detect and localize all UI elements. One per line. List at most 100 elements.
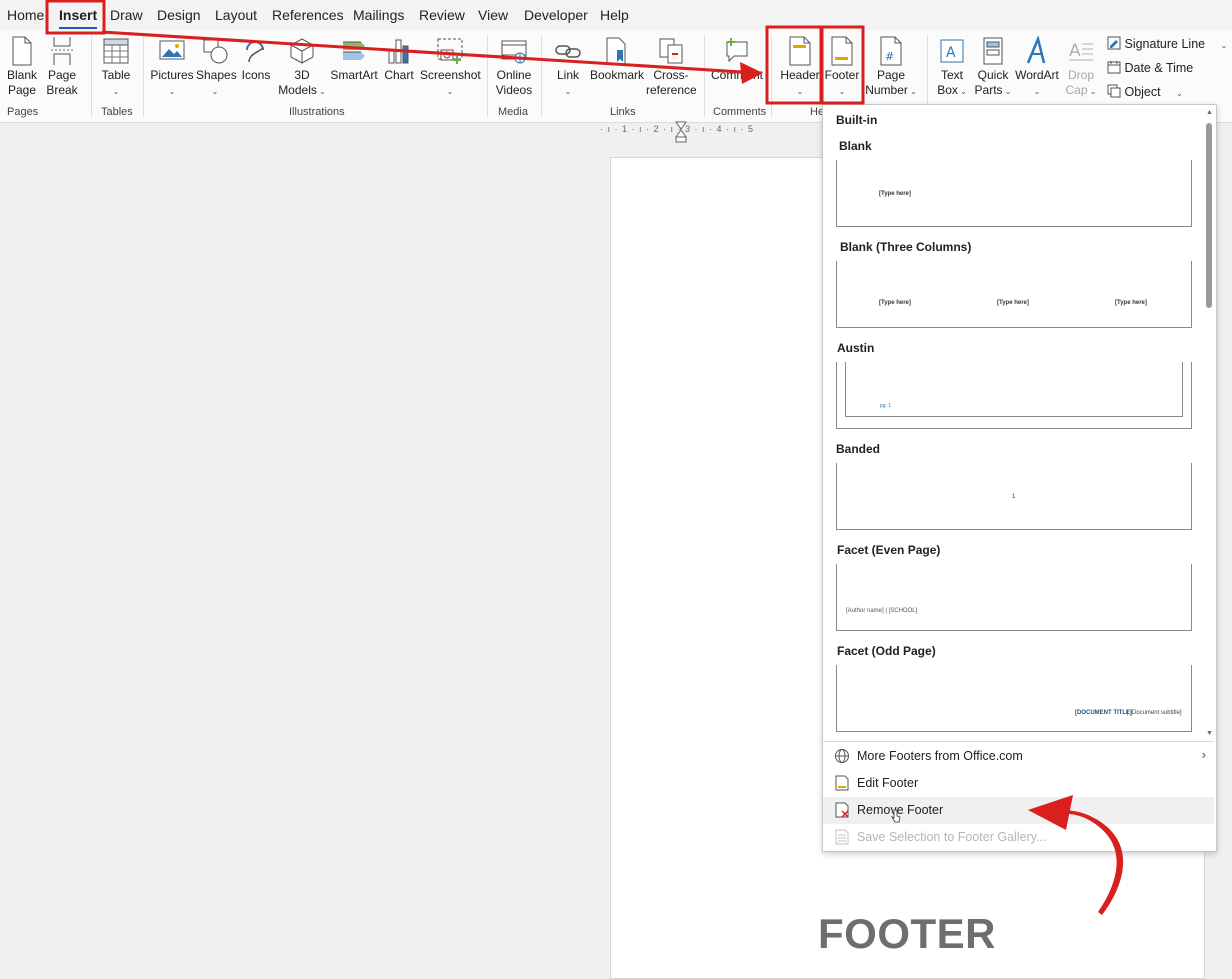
tab-developer[interactable]: Developer: [524, 7, 588, 23]
shapes-label: Shapes: [196, 68, 237, 82]
scrollbar-thumb[interactable]: [1206, 123, 1212, 308]
online-videos-button[interactable]: Online Videos: [492, 36, 536, 98]
placeholder-text: [Type here]: [879, 300, 911, 306]
edit-footer-item[interactable]: Edit Footer: [823, 770, 1214, 797]
gallery-item-blank[interactable]: [Type here]: [836, 160, 1192, 227]
more-footers-item[interactable]: More Footers from Office.com ›: [823, 743, 1214, 770]
link-label: Link: [556, 68, 579, 82]
tab-review[interactable]: Review: [419, 7, 465, 23]
3d-models-label-2: Models: [278, 83, 317, 97]
remove-footer-item[interactable]: Remove Footer: [823, 797, 1214, 824]
gallery-item-title: Banded: [836, 442, 881, 456]
tab-home[interactable]: Home: [7, 7, 44, 23]
pictures-label: Pictures: [150, 68, 194, 82]
wordart-label: WordArt: [1015, 68, 1059, 82]
text-box-icon: A: [940, 39, 964, 63]
chart-icon: [388, 39, 409, 64]
3d-models-chevron-icon: ⌄: [316, 87, 326, 96]
smartart-button[interactable]: SmartArt: [330, 36, 378, 83]
link-button[interactable]: Link ⌄: [550, 36, 586, 99]
ribbon-divider: [91, 36, 92, 116]
menu-divider: [823, 741, 1214, 742]
shapes-chevron-icon: ⌄: [211, 87, 219, 96]
drop-cap-button[interactable]: A Drop Cap ⌄: [1062, 36, 1100, 99]
screenshot-icon: [437, 38, 463, 64]
drop-cap-label-2: Cap: [1065, 83, 1088, 97]
gallery-scrollbar[interactable]: ▲ ▼: [1203, 107, 1215, 739]
austin-frame: [845, 362, 1183, 417]
ribbon-divider: [771, 36, 772, 116]
signature-line-chevron-icon: ⌄: [1220, 41, 1228, 50]
shapes-button[interactable]: Shapes ⌄: [196, 36, 237, 99]
page-number-label-2: Number: [865, 83, 908, 97]
tab-help[interactable]: Help: [600, 7, 629, 23]
signature-line-icon: [1107, 36, 1121, 50]
tab-references[interactable]: References: [272, 7, 344, 23]
gallery-item-facet-odd[interactable]: [DOCUMENT TITLE] | [Document subtitle]: [836, 665, 1192, 732]
scroll-down-icon[interactable]: ▼: [1206, 730, 1213, 737]
3d-models-button[interactable]: 3D Models ⌄: [278, 36, 326, 99]
drop-cap-label-1: Drop: [1067, 68, 1094, 82]
header-button[interactable]: Header ⌄: [778, 36, 822, 99]
blank-page-label-1: Blank: [6, 68, 38, 82]
tab-draw[interactable]: Draw: [110, 7, 143, 23]
edit-footer-icon: [835, 775, 849, 791]
page-number-button[interactable]: # Page Number ⌄: [864, 36, 918, 99]
comment-button[interactable]: Comment: [710, 36, 764, 83]
remove-footer-icon: [835, 802, 849, 818]
tab-layout[interactable]: Layout: [215, 7, 257, 23]
scroll-up-icon[interactable]: ▲: [1206, 109, 1213, 116]
wordart-button[interactable]: WordArt ⌄: [1014, 36, 1060, 99]
screenshot-button[interactable]: Screenshot ⌄: [420, 36, 481, 99]
tab-insert[interactable]: Insert: [59, 7, 98, 29]
save-selection-item[interactable]: Save Selection to Footer Gallery...: [823, 824, 1214, 851]
object-icon: [1107, 84, 1121, 98]
date-time-button[interactable]: Date & Time: [1107, 60, 1193, 75]
placeholder-text: | [Document subtitle]: [1127, 710, 1182, 716]
icons-button[interactable]: Icons: [238, 36, 274, 83]
submenu-arrow-icon: ›: [1201, 747, 1206, 762]
tab-view[interactable]: View: [478, 7, 508, 23]
comment-label: Comment: [710, 68, 763, 82]
drop-cap-chevron-icon: ⌄: [1087, 87, 1097, 96]
placeholder-text: 1: [1012, 494, 1016, 500]
blank-page-button[interactable]: Blank Page: [4, 36, 40, 98]
icons-icon: [246, 41, 264, 63]
object-button[interactable]: Object ⌄: [1107, 84, 1183, 99]
tab-mailings[interactable]: Mailings: [353, 7, 404, 23]
footer-button[interactable]: Footer ⌄: [822, 36, 862, 99]
shapes-icon: [203, 39, 228, 64]
page-number-label-1: Page: [876, 68, 906, 82]
pictures-button[interactable]: Pictures ⌄: [150, 36, 194, 99]
text-box-button[interactable]: A Text Box ⌄: [933, 36, 971, 99]
pictures-icon: [159, 40, 185, 60]
cross-reference-button[interactable]: Cross- reference: [646, 36, 697, 98]
group-label-illustrations: Illustrations: [289, 106, 345, 118]
gallery-item-blank-three-columns[interactable]: [Type here] [Type here] [Type here]: [836, 261, 1192, 328]
smartart-label: SmartArt: [330, 68, 378, 82]
gallery-item-facet-even[interactable]: [Author name] | [SCHOOL]: [836, 564, 1192, 631]
save-selection-icon: [835, 829, 849, 845]
quick-parts-button[interactable]: Quick Parts ⌄: [972, 36, 1014, 99]
page-break-button[interactable]: Page Break: [44, 36, 80, 98]
table-button[interactable]: Table ⌄: [98, 36, 134, 99]
edit-footer-label: Edit Footer: [857, 776, 919, 790]
gallery-item-banded[interactable]: 1: [836, 463, 1192, 530]
header-label: Header: [780, 68, 820, 82]
group-label-media: Media: [498, 106, 528, 118]
indent-marker-icon[interactable]: [675, 121, 687, 143]
gallery-item-title: Austin: [837, 341, 875, 355]
gallery-item-austin[interactable]: pg. 1: [836, 362, 1192, 429]
quick-parts-label-1: Quick: [977, 68, 1009, 82]
group-label-comments: Comments: [713, 106, 767, 118]
text-box-label-2: Box: [937, 83, 958, 97]
signature-line-button[interactable]: Signature Line ⌄: [1107, 36, 1227, 51]
page-break-icon: [51, 37, 73, 65]
page-number-chevron-icon: ⌄: [907, 87, 917, 96]
bookmark-button[interactable]: Bookmark: [590, 36, 644, 83]
cube-icon: [290, 38, 314, 64]
gallery-section-title: Built-in: [836, 113, 878, 127]
save-selection-label: Save Selection to Footer Gallery...: [857, 830, 1047, 844]
chart-button[interactable]: Chart: [382, 36, 416, 83]
tab-design[interactable]: Design: [157, 7, 201, 23]
